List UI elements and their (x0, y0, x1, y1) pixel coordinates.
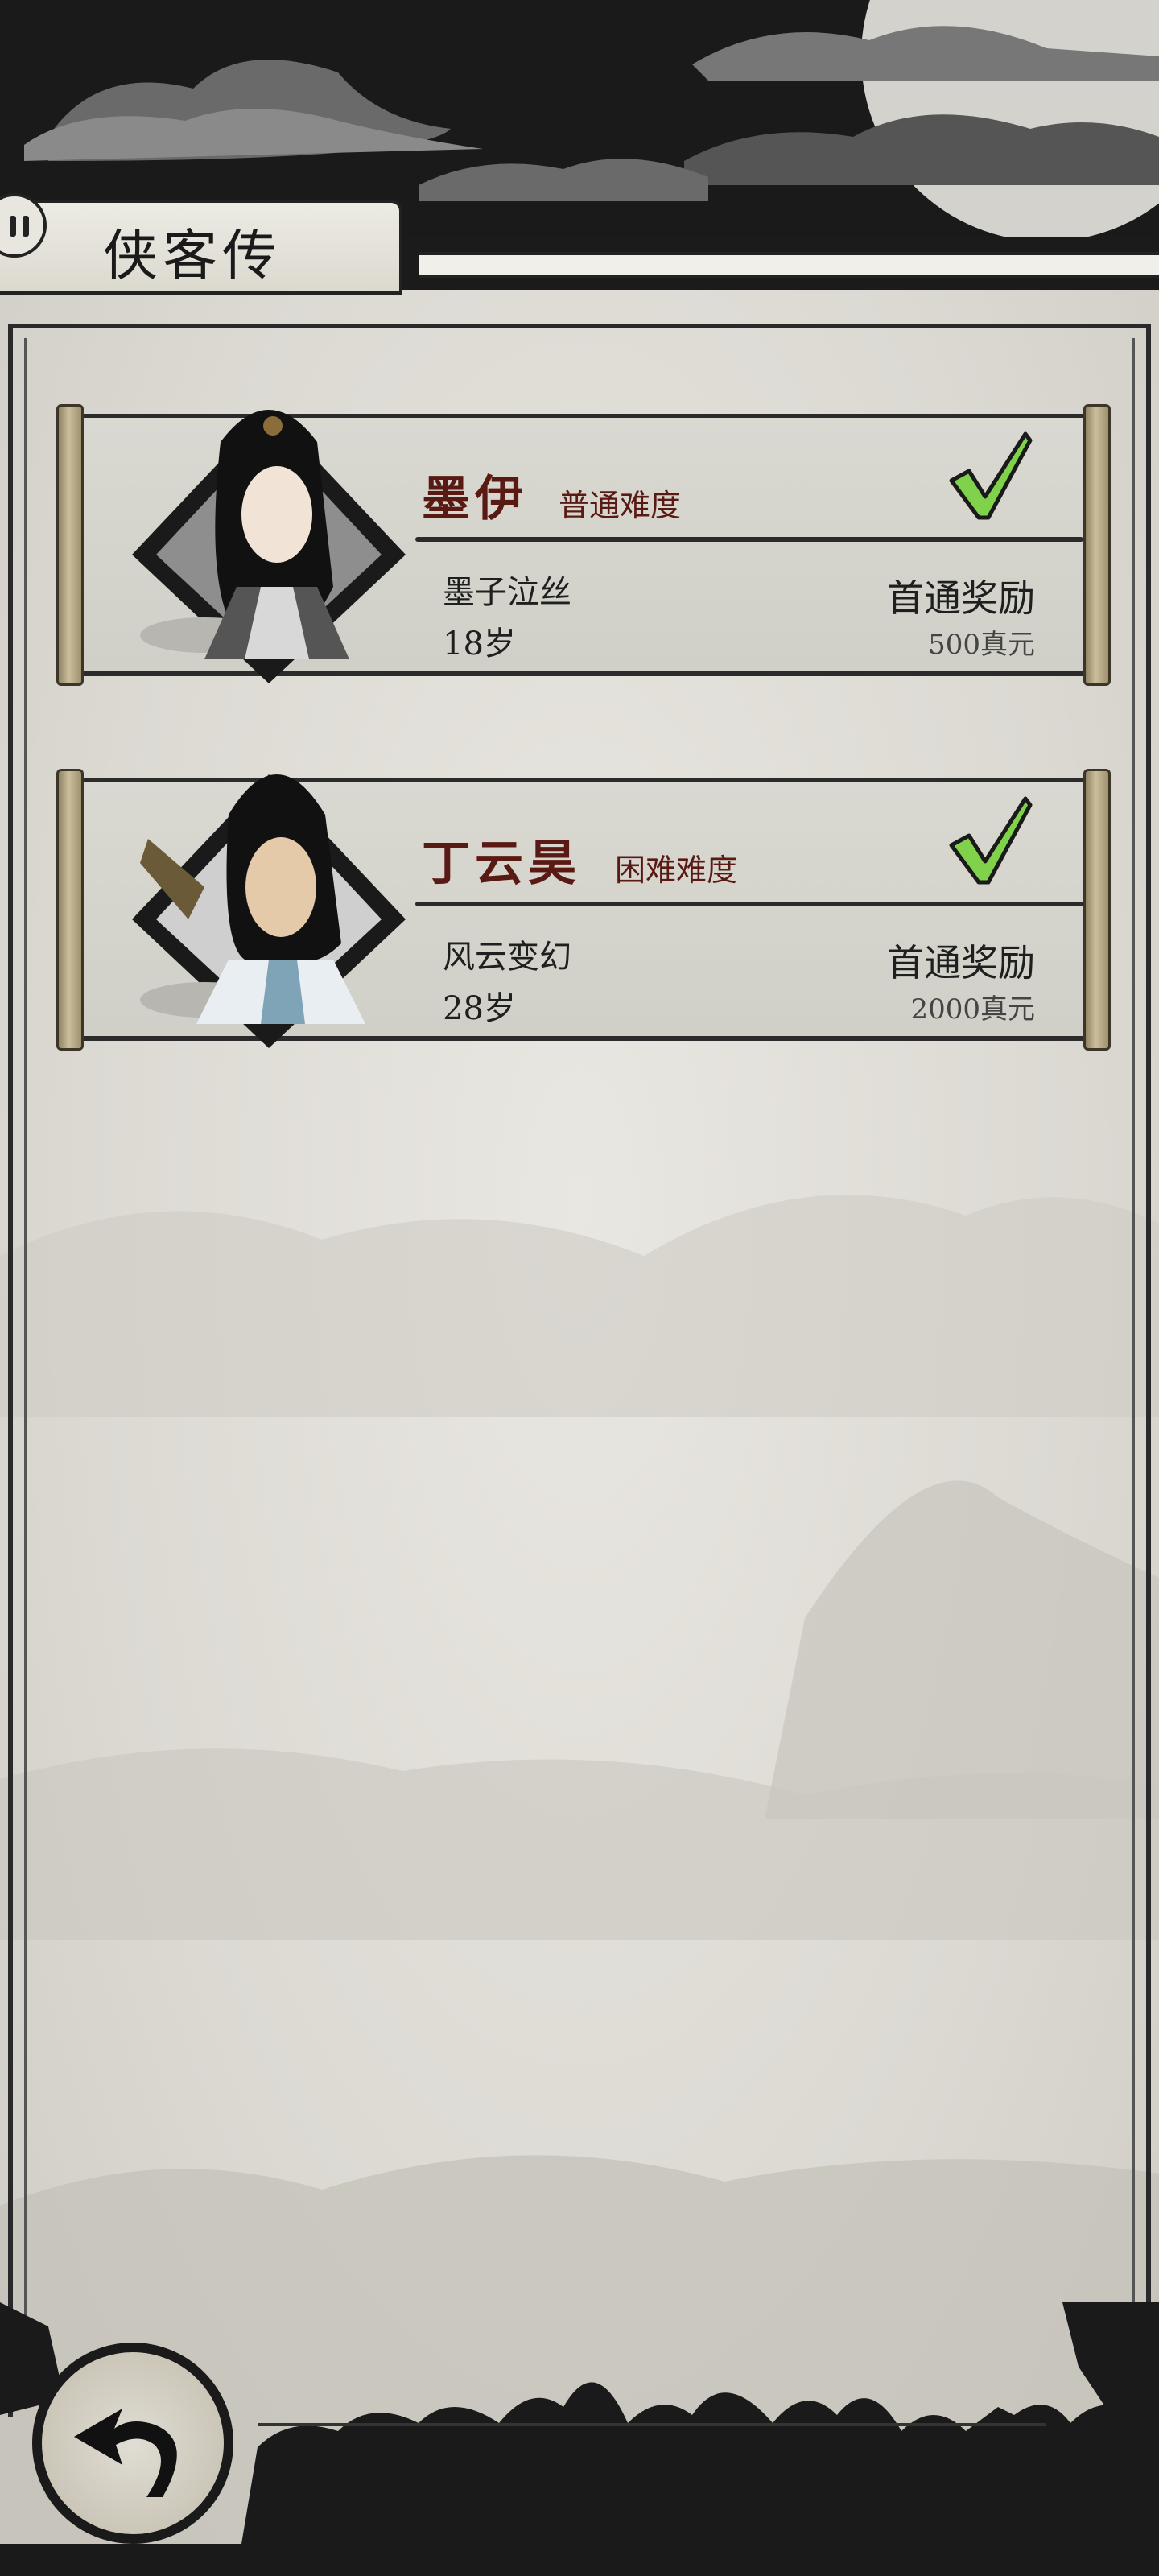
character-age: 18岁 (443, 625, 516, 663)
back-arrow-icon (74, 2409, 177, 2497)
difficulty-label: 困难难度 (615, 852, 738, 888)
page-title: 侠客传 (103, 225, 283, 288)
scroll-roller-left (56, 404, 84, 686)
scroll-body: 丁云昊 困难难度 风云变幻 28岁 首通奖励 2000真元 (84, 774, 1083, 1048)
character-portrait (132, 774, 406, 1048)
character-name: 墨伊 (422, 471, 528, 527)
character-card[interactable]: 墨伊 普通难度 墨子泣丝 18岁 首通奖励 500真元 (56, 404, 1111, 686)
difficulty-label: 普通难度 (559, 488, 682, 523)
frame-left-line (8, 324, 13, 2417)
scroll-roller-left (56, 769, 84, 1051)
top-banner-strip (419, 252, 1159, 278)
reward-value: 2000真元 (910, 993, 1035, 1026)
pause-icon (10, 216, 16, 237)
back-button[interactable] (32, 2343, 233, 2544)
frame-inner-right-line (1132, 338, 1135, 2399)
top-banner-bar (402, 237, 1159, 292)
frame-inner-left-line (24, 338, 27, 2399)
frame-right-line (1146, 324, 1151, 2417)
character-name: 丁云昊 (422, 836, 581, 892)
divider (415, 902, 1083, 906)
scroll-body: 墨伊 普通难度 墨子泣丝 18岁 首通奖励 500真元 (84, 410, 1083, 683)
character-card[interactable]: 丁云昊 困难难度 风云变幻 28岁 首通奖励 2000真元 (56, 769, 1111, 1051)
check-icon (949, 431, 1033, 520)
reward-label: 首通奖励 (887, 576, 1035, 620)
scroll-roller-right (1083, 404, 1111, 686)
divider (415, 537, 1083, 542)
character-subtitle: 风云变幻 (443, 939, 571, 976)
character-portrait (132, 410, 406, 683)
frame-top-line (8, 324, 1151, 328)
reward-label: 首通奖励 (887, 941, 1035, 985)
scroll-roller-right (1083, 769, 1111, 1051)
character-subtitle: 墨子泣丝 (443, 574, 571, 611)
reward-value: 500真元 (928, 629, 1035, 661)
check-icon (949, 796, 1033, 885)
character-age: 28岁 (443, 990, 516, 1027)
